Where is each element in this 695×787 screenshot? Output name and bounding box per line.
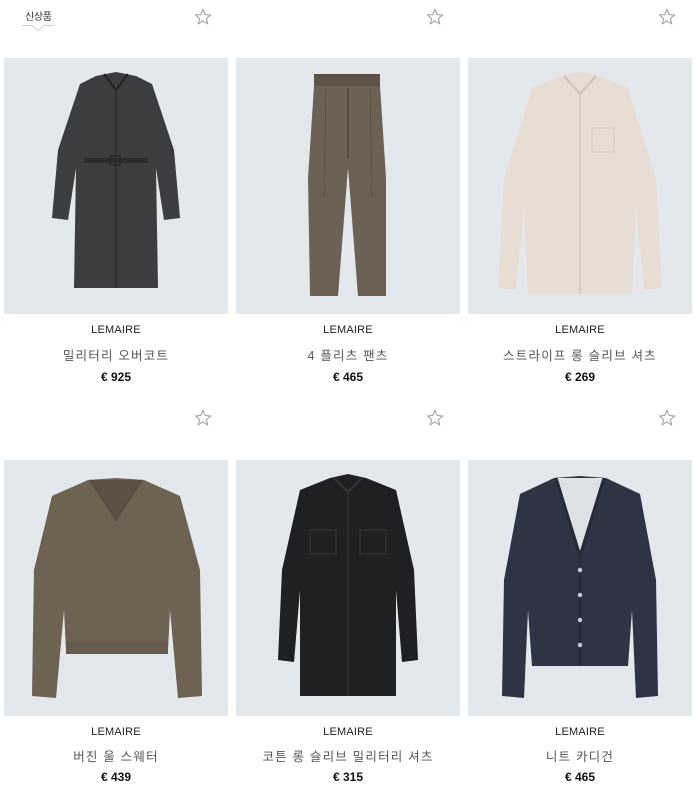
product-price: € 465 [564,770,596,784]
product-name[interactable]: 니트 카디건 [468,746,692,765]
product-card[interactable]: LEMAIRE 니트 카디건 € 465 [468,400,692,787]
product-brand[interactable]: LEMAIRE [468,726,692,738]
product-price: € 465 [332,370,364,384]
new-arrival-badge: 신상품 [22,6,55,26]
product-image[interactable] [236,58,460,314]
favorite-star-icon[interactable] [194,8,212,26]
product-name[interactable]: 밀리터리 오버코트 [4,345,228,364]
product-name[interactable]: 4 플리츠 팬츠 [236,345,460,364]
favorite-star-icon[interactable] [658,8,676,26]
product-price: € 269 [564,370,596,384]
product-image[interactable] [468,58,692,314]
product-brand[interactable]: LEMAIRE [468,324,692,336]
product-brand[interactable]: LEMAIRE [4,726,228,738]
product-card[interactable]: 신상품 LEMAIRE 밀리터리 오버코트 € 925 [4,0,228,395]
favorite-star-icon[interactable] [658,409,676,427]
product-name[interactable]: 버진 울 스웨터 [4,746,228,765]
product-name[interactable]: 코튼 롱 슬리브 밀리터리 셔츠 [236,746,460,765]
product-price: € 315 [332,770,364,784]
favorite-star-icon[interactable] [426,409,444,427]
product-name[interactable]: 스트라이프 롱 슬리브 셔츠 [468,345,692,364]
product-price: € 439 [100,770,132,784]
product-card[interactable]: LEMAIRE 코튼 롱 슬리브 밀리터리 셔츠 € 315 [236,400,460,787]
product-card[interactable]: LEMAIRE 버진 울 스웨터 € 439 [4,400,228,787]
product-image[interactable] [468,460,692,716]
product-card[interactable]: LEMAIRE 스트라이프 롱 슬리브 셔츠 € 269 [468,0,692,395]
product-brand[interactable]: LEMAIRE [236,726,460,738]
product-brand[interactable]: LEMAIRE [236,324,460,336]
favorite-star-icon[interactable] [426,8,444,26]
product-brand[interactable]: LEMAIRE [4,324,228,336]
product-card[interactable]: LEMAIRE 4 플리츠 팬츠 € 465 [236,0,460,395]
product-price: € 925 [100,370,132,384]
product-image[interactable] [236,460,460,716]
product-image[interactable] [4,460,228,716]
favorite-star-icon[interactable] [194,409,212,427]
product-image[interactable] [4,58,228,314]
